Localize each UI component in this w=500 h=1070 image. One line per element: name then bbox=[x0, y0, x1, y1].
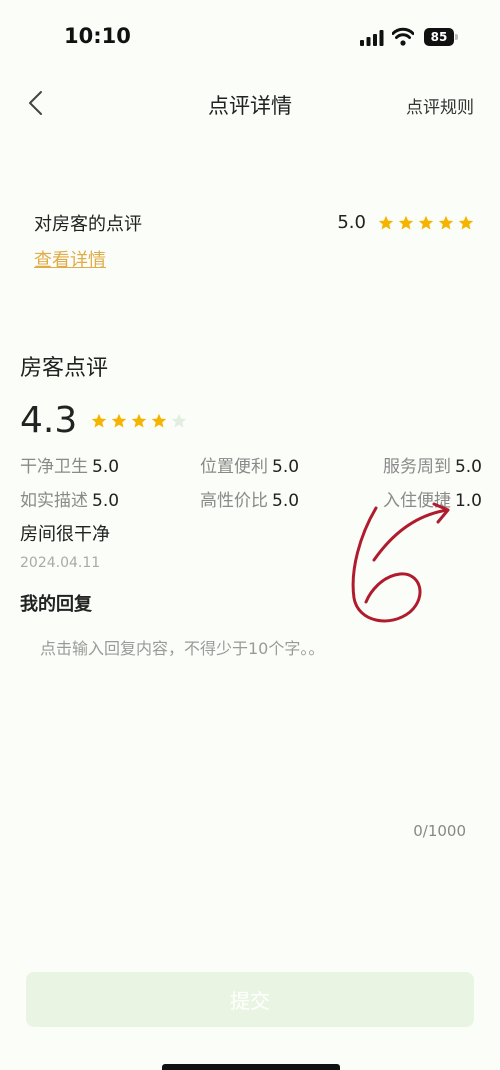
subscore-label: 服务周到 bbox=[382, 457, 451, 477]
handwritten-arrow-annotation bbox=[351, 502, 450, 623]
subscore-label: 如实描述 bbox=[20, 491, 88, 511]
status-bar: 10:10 85 bbox=[0, 0, 500, 70]
guest-review-stars bbox=[378, 215, 474, 231]
my-reply-title: 我的回复 bbox=[20, 594, 92, 615]
subscore-row: 干净卫生 5.0 位置便利 5.0 服务周到 5.0 bbox=[20, 452, 482, 486]
subscore-item: 干净卫生 5.0 bbox=[20, 452, 119, 477]
home-indicator bbox=[162, 1064, 340, 1070]
overall-stars bbox=[91, 413, 187, 429]
subscore-label: 位置便利 bbox=[200, 457, 268, 477]
guest-review-score: 5.0 bbox=[337, 212, 366, 233]
section-title: 房客点评 bbox=[20, 356, 109, 381]
star-filled-icon bbox=[112, 413, 127, 427]
battery-icon: 85 bbox=[424, 28, 458, 46]
star-filled-icon bbox=[92, 413, 107, 427]
subscore-value: 5.0 bbox=[272, 491, 300, 511]
star-filled-icon bbox=[132, 413, 147, 427]
subscore-value: 5.0 bbox=[454, 457, 482, 477]
subscore-label: 干净卫生 bbox=[20, 457, 88, 477]
reply-char-count: 0/1000 bbox=[413, 822, 466, 840]
star-filled-icon bbox=[418, 215, 434, 229]
wifi-icon bbox=[392, 27, 414, 46]
subscore-item: 高性价比 5.0 bbox=[200, 486, 299, 511]
submit-button[interactable]: 提交 bbox=[26, 972, 474, 1027]
subscore-item: 位置便利 5.0 bbox=[200, 452, 299, 477]
subscore-item: 服务周到 5.0 bbox=[383, 452, 482, 477]
review-comment: 房间很干净 bbox=[20, 524, 110, 545]
overall-score: 4.3 bbox=[20, 400, 78, 441]
star-filled-icon bbox=[458, 215, 474, 229]
back-icon[interactable] bbox=[26, 90, 46, 116]
nav-bar: 点评详情 点评规则 bbox=[0, 80, 500, 126]
review-date: 2024.04.11 bbox=[20, 555, 101, 571]
subscore-value: 5.0 bbox=[272, 457, 300, 477]
review-rules-link[interactable]: 点评规则 bbox=[406, 93, 474, 118]
overall-rating: 4.3 bbox=[20, 400, 187, 441]
subscore-value: 5.0 bbox=[92, 491, 120, 511]
reply-input[interactable] bbox=[40, 635, 460, 815]
star-filled-icon bbox=[152, 413, 167, 427]
view-details-link[interactable]: 查看详情 bbox=[34, 246, 106, 272]
guest-review-section: 对房客的点评 5.0 查看详情 bbox=[34, 210, 474, 272]
guest-review-score-wrap: 5.0 bbox=[337, 212, 474, 233]
signal-icon bbox=[360, 30, 384, 46]
battery-level: 85 bbox=[424, 28, 454, 46]
subscore-value: 5.0 bbox=[92, 457, 120, 477]
subscore-item: 如实描述 5.0 bbox=[20, 486, 119, 511]
status-time: 10:10 bbox=[64, 24, 131, 48]
star-empty-icon bbox=[172, 413, 187, 427]
star-filled-icon bbox=[438, 215, 454, 229]
star-filled-icon bbox=[398, 215, 414, 229]
star-filled-icon bbox=[378, 215, 394, 229]
subscore-label: 高性价比 bbox=[200, 491, 268, 511]
